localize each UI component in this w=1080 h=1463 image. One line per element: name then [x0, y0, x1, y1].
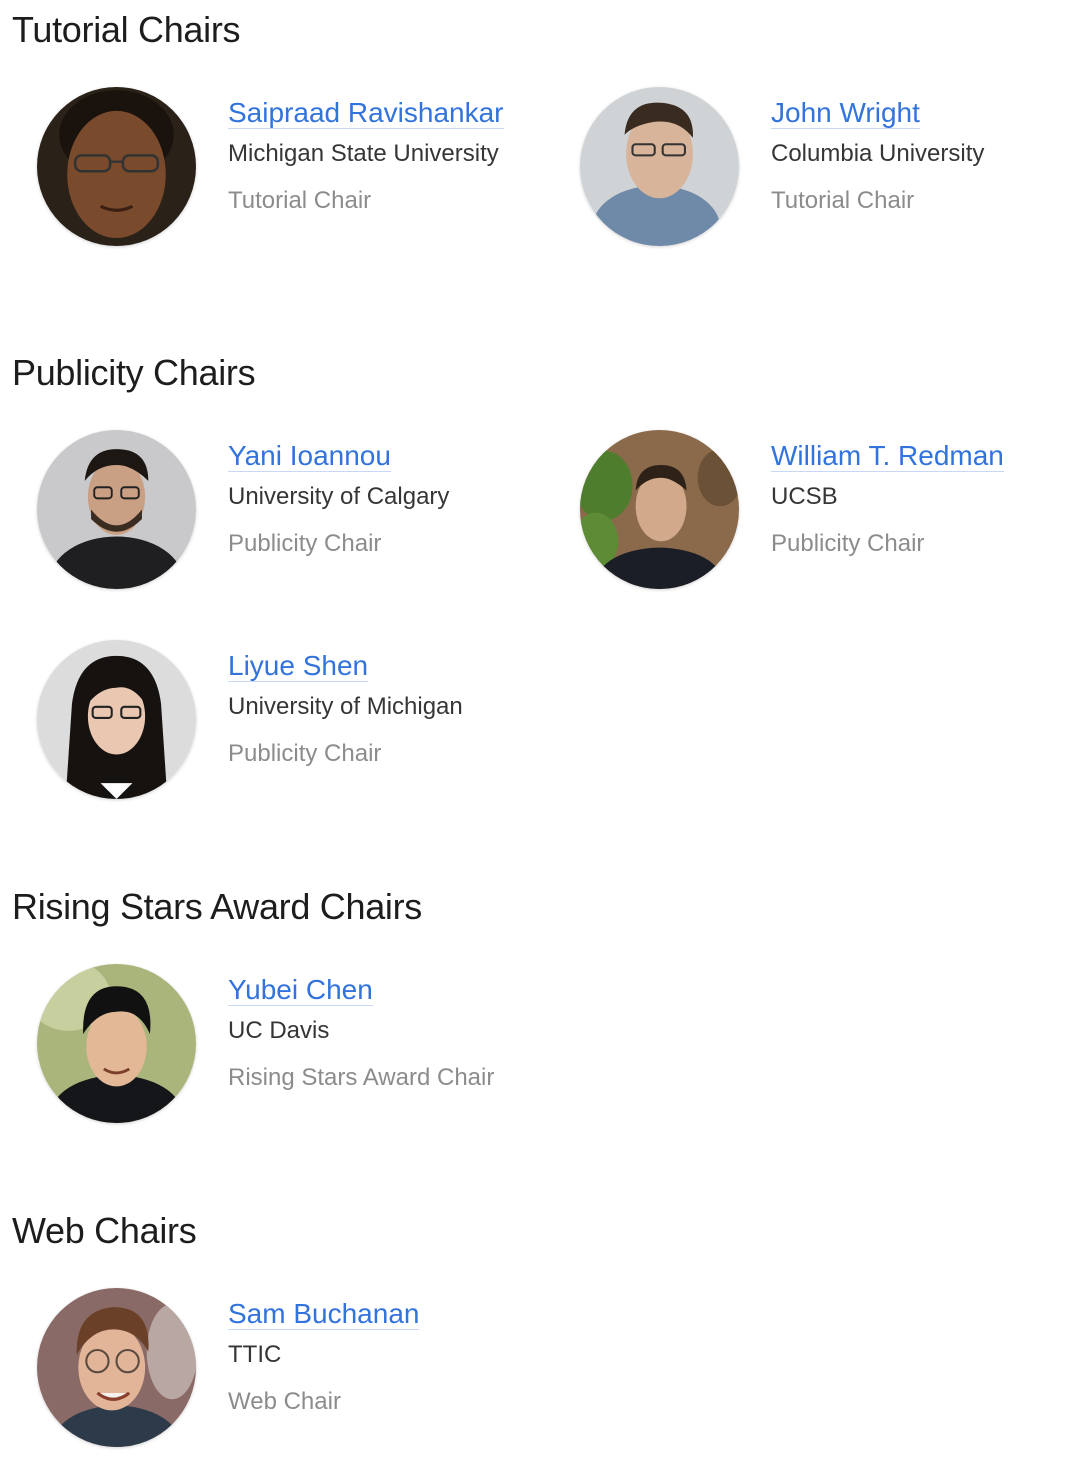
person-role: Web Chair — [228, 1388, 341, 1415]
person-affiliation: UC Davis — [228, 1017, 330, 1044]
section-title-publicity-chairs: Publicity Chairs — [12, 352, 256, 393]
avatar — [37, 1288, 196, 1447]
person-card: Liyue Shen University of Michigan Public… — [37, 640, 557, 810]
person-card: Yubei Chen UC Davis Rising Stars Award C… — [37, 964, 557, 1134]
person-name-link[interactable]: Sam Buchanan — [228, 1298, 420, 1330]
person-card: Saipraad Ravishankar Michigan State Univ… — [37, 87, 557, 257]
person-name-link[interactable]: Liyue Shen — [228, 650, 369, 682]
person-name-link[interactable]: Yubei Chen — [228, 974, 373, 1006]
person-role: Publicity Chair — [228, 740, 382, 767]
section-title-web-chairs: Web Chairs — [12, 1210, 197, 1251]
person-card: Yani Ioannou University of Calgary Publi… — [37, 430, 557, 600]
person-name-link[interactable]: John Wright — [771, 97, 920, 129]
person-role: Publicity Chair — [771, 530, 925, 557]
person-affiliation: Columbia University — [771, 140, 985, 167]
person-affiliation: TTIC — [228, 1341, 282, 1368]
person-role: Publicity Chair — [228, 530, 382, 557]
person-role: Tutorial Chair — [771, 187, 915, 214]
person-name-link[interactable]: Yani Ioannou — [228, 440, 391, 472]
avatar — [37, 640, 196, 799]
person-card: Sam Buchanan TTIC Web Chair — [37, 1288, 557, 1458]
section-title-tutorial-chairs: Tutorial Chairs — [12, 9, 241, 50]
avatar — [580, 87, 739, 246]
person-name-link[interactable]: Saipraad Ravishankar — [228, 97, 504, 129]
person-affiliation: Michigan State University — [228, 140, 499, 167]
avatar — [37, 87, 196, 246]
section-title-rising-stars-award-chairs: Rising Stars Award Chairs — [12, 886, 422, 927]
person-affiliation: University of Calgary — [228, 483, 450, 510]
avatar — [37, 964, 196, 1123]
person-affiliation: UCSB — [771, 483, 838, 510]
person-card: John Wright Columbia University Tutorial… — [580, 87, 1080, 257]
person-affiliation: University of Michigan — [228, 693, 463, 720]
person-role: Tutorial Chair — [228, 187, 372, 214]
person-card: William T. Redman UCSB Publicity Chair — [580, 430, 1080, 600]
person-name-link[interactable]: William T. Redman — [771, 440, 1004, 472]
avatar — [37, 430, 196, 589]
avatar — [580, 430, 739, 589]
person-role: Rising Stars Award Chair — [228, 1064, 495, 1091]
